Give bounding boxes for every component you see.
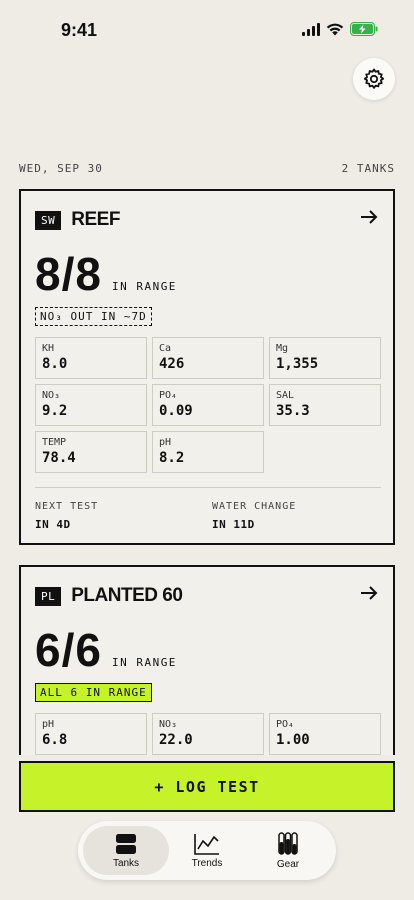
- card-divider: [35, 487, 381, 488]
- param-tile-sal[interactable]: SAL 35.3: [269, 384, 381, 426]
- param-value: 426: [159, 356, 185, 372]
- param-value: 22.0: [159, 732, 193, 748]
- cellular-signal-icon: [302, 22, 320, 36]
- trends-icon: [194, 833, 219, 855]
- score-label: IN RANGE: [111, 280, 177, 293]
- tank-card-reef[interactable]: SW REEF 8/8 IN RANGE NO₃ OUT IN ~7D KH 8…: [19, 189, 395, 545]
- param-value: 1,355: [276, 356, 319, 372]
- param-name: NO₃: [42, 390, 61, 401]
- param-name: TEMP: [42, 437, 67, 448]
- tanks-icon: [116, 833, 136, 854]
- param-tile-ph[interactable]: pH 8.2: [152, 431, 264, 473]
- log-test-button[interactable]: + LOG TEST: [19, 761, 395, 812]
- param-tile-mg[interactable]: Mg 1,355: [269, 337, 381, 379]
- param-tile-no3[interactable]: NO₃ 9.2: [35, 384, 147, 426]
- score-label: IN RANGE: [111, 656, 177, 669]
- tank-type-badge: SW: [35, 210, 62, 230]
- param-name: Ca: [159, 343, 172, 354]
- score-value: 6/6: [35, 624, 102, 676]
- bottom-tab-bar: Tanks Trends Gear: [78, 821, 336, 880]
- current-date: WED, SEP 30: [19, 162, 103, 175]
- tank-card-planted-60[interactable]: PL PLANTED 60 6/6 IN RANGE ALL 6 IN RANG…: [19, 565, 395, 755]
- param-name: Mg: [276, 343, 289, 354]
- tab-trends[interactable]: Trends: [164, 826, 250, 875]
- param-value: 6.8: [42, 732, 68, 748]
- param-value: 8.2: [159, 450, 185, 466]
- water-change-label: WATER CHANGE: [212, 501, 297, 512]
- param-value: 35.3: [276, 403, 310, 419]
- param-name: PO₄: [159, 390, 178, 401]
- wifi-icon: [326, 23, 344, 35]
- param-tile-temp[interactable]: TEMP 78.4: [35, 431, 147, 473]
- next-test-info: NEXT TEST IN 4D: [35, 501, 98, 531]
- param-name: KH: [42, 343, 55, 354]
- water-change-value: IN 11D: [212, 518, 255, 531]
- status-icons: [302, 22, 378, 36]
- param-tile-ph[interactable]: pH 6.8: [35, 713, 147, 755]
- param-tile-po4[interactable]: PO₄ 0.09: [152, 384, 264, 426]
- tab-label: Gear: [276, 858, 300, 870]
- param-value: 0.09: [159, 403, 193, 419]
- param-tile-po4[interactable]: PO₄ 1.00: [269, 713, 381, 755]
- param-value: 78.4: [42, 450, 76, 466]
- arrow-right-icon[interactable]: [359, 583, 379, 603]
- battery-charging-icon: [350, 22, 378, 36]
- param-value: 8.0: [42, 356, 68, 372]
- param-name: pH: [42, 719, 55, 730]
- range-score: 6/6 IN RANGE: [35, 623, 177, 677]
- status-bar: 9:41: [0, 0, 414, 54]
- param-tile-ca[interactable]: Ca 426: [152, 337, 264, 379]
- all-in-range-badge: ALL 6 IN RANGE: [35, 683, 152, 702]
- param-value: 9.2: [42, 403, 68, 419]
- settings-button[interactable]: [353, 58, 395, 100]
- water-change-info: WATER CHANGE IN 11D: [212, 501, 296, 531]
- parameter-grid: pH 6.8 NO₃ 22.0 PO₄ 1.00: [35, 713, 381, 755]
- tab-tanks[interactable]: Tanks: [83, 826, 169, 875]
- status-time: 9:41: [61, 20, 98, 40]
- score-value: 8/8: [35, 248, 102, 300]
- tank-card-header: SW REEF: [35, 209, 120, 231]
- param-name: SAL: [276, 390, 295, 401]
- tank-type-badge: PL: [35, 586, 62, 606]
- tank-card-header: PL PLANTED 60: [35, 585, 183, 607]
- param-value: 1.00: [276, 732, 310, 748]
- param-name: pH: [159, 437, 172, 448]
- param-tile-kh[interactable]: KH 8.0: [35, 337, 147, 379]
- next-test-label: NEXT TEST: [35, 501, 99, 512]
- arrow-right-icon[interactable]: [359, 207, 379, 227]
- settings-gear-icon: [363, 68, 385, 89]
- param-name: PO₄: [276, 719, 295, 730]
- param-name: NO₃: [159, 719, 178, 730]
- date-row: WED, SEP 30 2 TANKS: [19, 162, 395, 175]
- forecast-alert-badge: NO₃ OUT IN ~7D: [35, 307, 152, 326]
- tab-label: Trends: [191, 857, 223, 869]
- gear-icon: [278, 831, 298, 855]
- tank-name: PLANTED 60: [71, 585, 183, 606]
- range-score: 8/8 IN RANGE: [35, 247, 177, 301]
- parameter-grid: KH 8.0 Ca 426 Mg 1,355 NO₃ 9.2 PO₄ 0.09 …: [35, 337, 381, 473]
- tab-gear[interactable]: Gear: [245, 826, 331, 875]
- next-test-value: IN 4D: [35, 518, 71, 531]
- param-tile-no3[interactable]: NO₃ 22.0: [152, 713, 264, 755]
- tank-count: 2 TANKS: [341, 162, 395, 175]
- tab-label: Tanks: [112, 857, 140, 869]
- tank-name: REEF: [71, 209, 120, 230]
